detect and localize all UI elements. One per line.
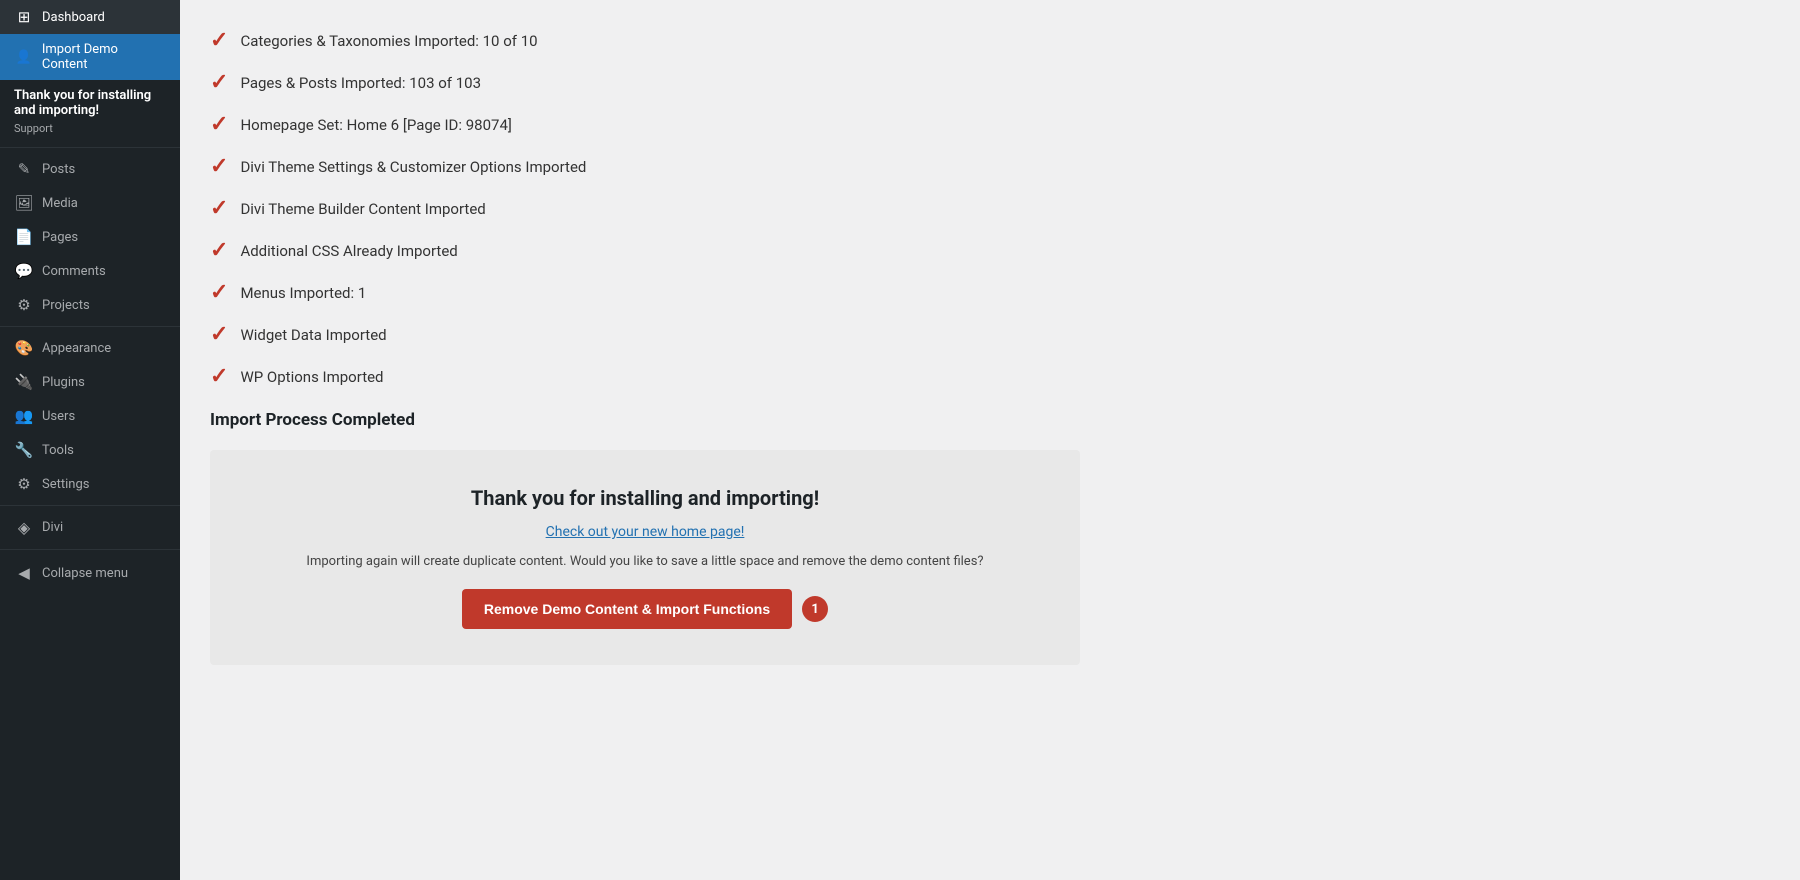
- sidebar-label: Settings: [42, 477, 89, 492]
- posts-icon: ✎: [14, 160, 34, 178]
- import-item-divi-settings: ✓ Divi Theme Settings & Customizer Optio…: [210, 146, 1770, 188]
- collapse-icon: ◀: [14, 564, 34, 582]
- duplicate-warning: Importing again will create duplicate co…: [240, 554, 1050, 569]
- dashboard-icon: ⊞: [14, 8, 34, 26]
- sidebar-item-divi[interactable]: ◈ Divi: [0, 510, 180, 545]
- sidebar-item-media[interactable]: 🖼 Media: [0, 186, 180, 220]
- checkmark-icon: ✓: [210, 366, 228, 388]
- import-item-css: ✓ Additional CSS Already Imported: [210, 230, 1770, 272]
- import-item-text: Pages & Posts Imported: 103 of 103: [240, 74, 481, 92]
- appearance-icon: 🎨: [14, 339, 34, 357]
- import-item-menus: ✓ Menus Imported: 1: [210, 272, 1770, 314]
- remove-demo-button[interactable]: Remove Demo Content & Import Functions: [462, 589, 792, 629]
- sidebar-label: Pages: [42, 230, 78, 245]
- pages-icon: 📄: [14, 228, 34, 246]
- thank-you-title: Thank you for installing and importing!: [240, 486, 1050, 510]
- import-item-categories: ✓ Categories & Taxonomies Imported: 10 o…: [210, 20, 1770, 62]
- sidebar-item-posts[interactable]: ✎ Posts: [0, 152, 180, 186]
- plugins-icon: 🔌: [14, 373, 34, 391]
- sidebar-label: Plugins: [42, 375, 85, 390]
- import-item-text: WP Options Imported: [240, 368, 383, 386]
- notification-badge: 1: [802, 596, 828, 622]
- checkmark-icon: ✓: [210, 156, 228, 178]
- import-item-text: Divi Theme Builder Content Imported: [240, 200, 485, 218]
- sidebar-item-tools[interactable]: 🔧 Tools: [0, 433, 180, 467]
- sidebar-label: Divi: [42, 520, 63, 535]
- import-item-text: Categories & Taxonomies Imported: 10 of …: [240, 32, 537, 50]
- checkmark-icon: ✓: [210, 30, 228, 52]
- projects-icon: ⚙: [14, 296, 34, 314]
- home-page-link[interactable]: Check out your new home page!: [240, 524, 1050, 540]
- sidebar-item-plugins[interactable]: 🔌 Plugins: [0, 365, 180, 399]
- import-item-divi-builder: ✓ Divi Theme Builder Content Imported: [210, 188, 1770, 230]
- collapse-label: Collapse menu: [42, 566, 128, 581]
- sidebar-label: Appearance: [42, 341, 111, 356]
- import-item-text: Homepage Set: Home 6 [Page ID: 98074]: [240, 116, 511, 134]
- import-completed-title: Import Process Completed: [210, 410, 1770, 430]
- sidebar-item-pages[interactable]: 📄 Pages: [0, 220, 180, 254]
- sidebar-item-appearance[interactable]: 🎨 Appearance: [0, 331, 180, 365]
- import-item-text: Menus Imported: 1: [240, 284, 366, 302]
- import-item-text: Widget Data Imported: [240, 326, 386, 344]
- sidebar-item-label: Dashboard: [42, 10, 105, 25]
- sidebar-item-label: Import Demo Content: [42, 42, 166, 72]
- import-item-widget: ✓ Widget Data Imported: [210, 314, 1770, 356]
- media-icon: 🖼: [14, 194, 34, 212]
- sidebar-label: Comments: [42, 264, 106, 279]
- sidebar-item-users[interactable]: 👥 Users: [0, 399, 180, 433]
- checkmark-icon: ✓: [210, 114, 228, 136]
- sidebar-item-projects[interactable]: ⚙ Projects: [0, 288, 180, 322]
- sidebar: ⊞ Dashboard 👤 Import Demo Content Thank …: [0, 0, 180, 880]
- import-item-homepage: ✓ Homepage Set: Home 6 [Page ID: 98074]: [210, 104, 1770, 146]
- thank-you-box: Thank you for installing and importing! …: [210, 450, 1080, 665]
- checkmark-icon: ✓: [210, 72, 228, 94]
- sidebar-item-import-demo-content[interactable]: 👤 Import Demo Content: [0, 34, 180, 80]
- import-item-text: Additional CSS Already Imported: [240, 242, 457, 260]
- remove-btn-wrapper: Remove Demo Content & Import Functions 1: [462, 589, 828, 629]
- import-item-pages-posts: ✓ Pages & Posts Imported: 103 of 103: [210, 62, 1770, 104]
- sidebar-label: Media: [42, 196, 78, 211]
- sidebar-label: Tools: [42, 443, 74, 458]
- sidebar-label: Projects: [42, 298, 90, 313]
- collapse-menu-button[interactable]: ◀ Collapse menu: [0, 554, 180, 592]
- checkmark-icon: ✓: [210, 324, 228, 346]
- sidebar-label: Posts: [42, 162, 75, 177]
- checkmark-icon: ✓: [210, 240, 228, 262]
- import-item-wp-options: ✓ WP Options Imported: [210, 356, 1770, 398]
- main-content: ✓ Categories & Taxonomies Imported: 10 o…: [180, 0, 1800, 880]
- divi-icon: ◈: [14, 518, 34, 537]
- sidebar-item-settings[interactable]: ⚙ Settings: [0, 467, 180, 501]
- easy-demo-import-label: Thank you for installing and importing!: [0, 80, 180, 120]
- tools-icon: 🔧: [14, 441, 34, 459]
- import-items-list: ✓ Categories & Taxonomies Imported: 10 o…: [210, 20, 1770, 398]
- import-item-text: Divi Theme Settings & Customizer Options…: [240, 158, 586, 176]
- checkmark-icon: ✓: [210, 198, 228, 220]
- users-icon: 👥: [14, 407, 34, 425]
- import-demo-icon: 👤: [14, 50, 34, 65]
- sidebar-item-comments[interactable]: 💬 Comments: [0, 254, 180, 288]
- checkmark-icon: ✓: [210, 282, 228, 304]
- sidebar-item-dashboard[interactable]: ⊞ Dashboard: [0, 0, 180, 34]
- support-link[interactable]: Support: [0, 120, 180, 143]
- sidebar-label: Users: [42, 409, 75, 424]
- settings-icon: ⚙: [14, 475, 34, 493]
- comments-icon: 💬: [14, 262, 34, 280]
